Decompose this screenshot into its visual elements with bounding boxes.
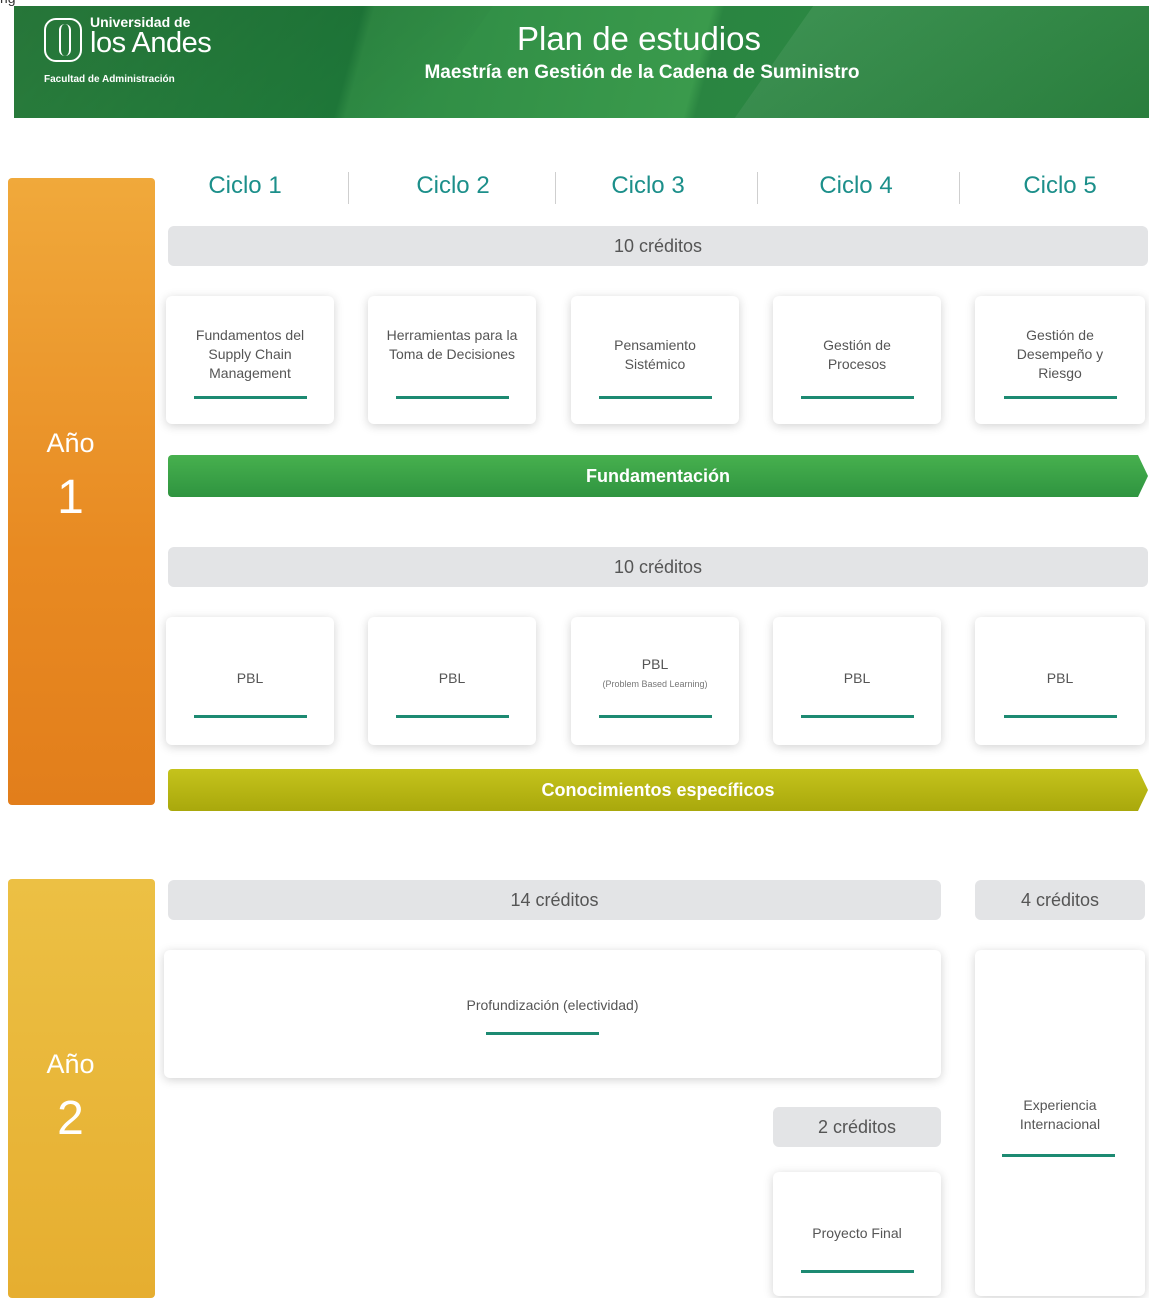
card-underline	[396, 396, 509, 399]
pbl-card: PBL	[166, 617, 334, 745]
cycle-3-heading: Ciclo 3	[611, 172, 685, 199]
course-title: Fundamentos del Supply Chain Management	[195, 327, 305, 381]
pbl-card: PBL (Problem Based Learning)	[571, 617, 739, 745]
page-title: Plan de estudios	[516, 20, 761, 57]
stage-conocimientos-arrow: Conocimientos específicos	[168, 769, 1148, 811]
cycle-2-heading: Ciclo 2	[416, 172, 490, 199]
pbl-card: PBL	[975, 617, 1145, 745]
cycle-4-heading: Ciclo 4	[819, 172, 893, 199]
card-underline	[1002, 1154, 1115, 1157]
course-title: Herramientas para la Toma de Decisiones	[386, 327, 518, 362]
course-title: Pensamiento Sistémico	[614, 337, 696, 372]
card-underline	[599, 396, 712, 399]
cycle-1-heading: Ciclo 1	[208, 172, 282, 199]
pbl-title: PBL	[236, 670, 264, 686]
course-card: Pensamiento Sistémico	[571, 296, 739, 424]
page-subtitle: Maestría en Gestión de la Cadena de Sumi…	[424, 62, 860, 83]
pbl-note: (Problem Based Learning)	[602, 679, 708, 689]
card-underline	[486, 1032, 599, 1035]
pbl-card: PBL	[773, 617, 941, 745]
year-2-number: 2	[57, 1092, 84, 1145]
card-underline	[801, 1270, 914, 1273]
card-underline	[194, 396, 307, 399]
credits-bar: 10 créditos	[168, 226, 1148, 266]
card-underline	[1004, 396, 1117, 399]
course-card: Herramientas para la Toma de Decisiones	[368, 296, 536, 424]
credits-bar: 2 créditos	[773, 1107, 941, 1147]
course-title: Proyecto Final	[812, 1225, 902, 1241]
experiencia-card: Experiencia Internacional	[975, 950, 1145, 1296]
credits-bar: 4 créditos	[975, 880, 1145, 920]
proyecto-card: Proyecto Final	[773, 1172, 941, 1296]
cycle-divider	[348, 172, 349, 204]
year-1-number: 1	[57, 471, 84, 524]
pbl-title: PBL	[843, 670, 871, 686]
card-underline	[1004, 715, 1117, 718]
pbl-title: PBL	[438, 670, 466, 686]
year-2-label: Año	[46, 1049, 95, 1079]
pbl-title: PBL	[1046, 670, 1074, 686]
course-title: Gestión de Procesos	[823, 337, 891, 372]
stage-fundamentacion-arrow: Fundamentación	[168, 455, 1148, 497]
pbl-title: PBL	[641, 656, 669, 672]
course-card: Gestión de Desempeño y Riesgo	[975, 296, 1145, 424]
header-banner: Universidad de los Andes Facultad de Adm…	[14, 6, 1149, 118]
course-card: Gestión de Procesos	[773, 296, 941, 424]
credits-bar: 10 créditos	[168, 547, 1148, 587]
card-underline	[396, 715, 509, 718]
profundizacion-card: Profundización (electividad)	[164, 950, 941, 1078]
card-underline	[599, 715, 712, 718]
course-title: Profundización (electividad)	[466, 997, 639, 1013]
credits-bar: 14 créditos	[168, 880, 941, 920]
card-underline	[801, 396, 914, 399]
course-title: Gestión de Desempeño y Riesgo	[1016, 327, 1104, 381]
year-2-block: Año 2	[8, 879, 155, 1298]
cycle-5-heading: Ciclo 5	[1023, 172, 1097, 199]
year-1-block: Año 1	[8, 178, 155, 805]
year-1-label: Año	[46, 428, 95, 458]
card-underline	[194, 715, 307, 718]
pbl-card: PBL	[368, 617, 536, 745]
card-underline	[801, 715, 914, 718]
course-title: Experiencia Internacional	[1019, 1097, 1101, 1132]
course-card: Fundamentos del Supply Chain Management	[166, 296, 334, 424]
